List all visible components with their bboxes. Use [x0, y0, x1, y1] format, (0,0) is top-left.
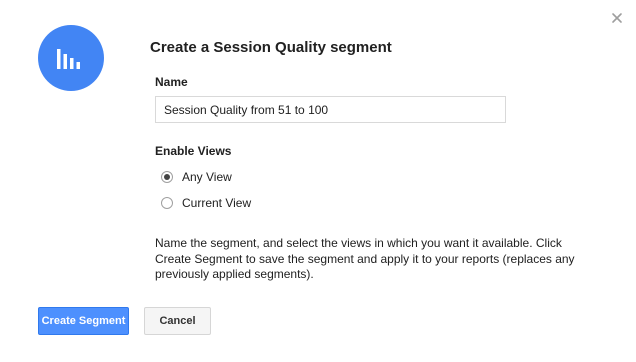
dialog-title: Create a Session Quality segment — [150, 39, 392, 56]
name-label: Name — [155, 75, 188, 89]
segment-avatar — [38, 25, 104, 91]
radio-label-current-view: Current View — [182, 196, 252, 210]
help-text: Name the segment, and select the views i… — [155, 236, 575, 281]
enable-views-label: Enable Views — [155, 144, 232, 158]
segment-name-input[interactable] — [155, 96, 506, 123]
cancel-button[interactable]: Cancel — [144, 307, 211, 335]
radio-any-view[interactable]: Any View — [161, 169, 232, 185]
radio-button-checked[interactable] — [161, 171, 173, 183]
close-icon[interactable] — [610, 11, 624, 25]
radio-current-view[interactable]: Current View — [161, 195, 251, 211]
radio-label-any-view: Any View — [182, 170, 232, 184]
bar-chart-icon — [57, 49, 80, 69]
radio-button-unchecked[interactable] — [161, 197, 173, 209]
create-segment-button[interactable]: Create Segment — [38, 307, 129, 335]
